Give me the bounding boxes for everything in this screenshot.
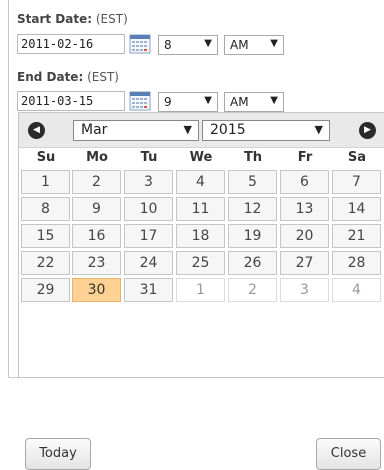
day-cell[interactable]: 27 [280, 251, 329, 275]
weekday-label: Mo [86, 150, 108, 165]
day-cell[interactable]: 12 [228, 197, 277, 221]
month-select[interactable]: Mar ▼ [73, 120, 199, 141]
calendar-icon[interactable] [129, 34, 151, 54]
datepicker-popup: ◀ Mar ▼ 2015 ▼ ▶ Su Mo Tu We Th Fr Sa 12345678… [18, 112, 384, 470]
weekday-label: Fr [297, 150, 313, 165]
end-date-label-text: End Date: [17, 70, 84, 84]
start-hour-value: 8 [164, 38, 172, 52]
day-cell[interactable]: 25 [176, 251, 225, 275]
end-ampm-select[interactable]: AM ▼ [224, 92, 284, 112]
year-select[interactable]: 2015 ▼ [202, 120, 330, 141]
day-cell[interactable]: 9 [72, 197, 121, 221]
day-cell[interactable]: 4 [176, 170, 225, 194]
day-cell[interactable]: 22 [21, 251, 70, 275]
day-cell[interactable]: 10 [124, 197, 173, 221]
day-cell-other-month: 1 [176, 278, 225, 302]
day-cell[interactable]: 1 [21, 170, 70, 194]
day-cell-other-month: 2 [228, 278, 277, 302]
end-date-label: End Date: (EST) [17, 70, 119, 84]
day-cell[interactable]: 29 [21, 278, 70, 302]
year-select-value: 2015 [210, 122, 246, 138]
end-date-timezone: (EST) [87, 70, 119, 84]
day-cell[interactable]: 2 [72, 170, 121, 194]
day-cell[interactable]: 24 [124, 251, 173, 275]
day-cell[interactable]: 15 [21, 224, 70, 248]
day-cell[interactable]: 5 [228, 170, 277, 194]
today-button[interactable]: Today [25, 438, 91, 470]
day-cell[interactable]: 3 [124, 170, 173, 194]
weekday-label: Su [36, 150, 56, 165]
prev-month-icon[interactable]: ◀ [28, 122, 45, 139]
start-date-label: Start Date: (EST) [17, 12, 128, 26]
day-cell[interactable]: 21 [332, 224, 381, 248]
dropdown-arrow-icon: ▼ [314, 123, 323, 136]
datepicker-header: ◀ Mar ▼ 2015 ▼ ▶ [19, 113, 384, 148]
day-cell[interactable]: 13 [280, 197, 329, 221]
weekday-label: We [189, 150, 213, 165]
start-date-timezone: (EST) [95, 12, 128, 26]
day-cell-selected[interactable]: 30 [72, 278, 121, 302]
day-cell[interactable]: 14 [332, 197, 381, 221]
weekday-label: Sa [347, 150, 367, 165]
day-cell[interactable]: 18 [176, 224, 225, 248]
start-ampm-select[interactable]: AM ▼ [224, 35, 284, 55]
day-cell[interactable]: 6 [280, 170, 329, 194]
day-cell[interactable]: 23 [72, 251, 121, 275]
close-button[interactable]: Close [316, 438, 381, 470]
start-hour-select[interactable]: 8 ▼ [158, 35, 218, 55]
day-cell[interactable]: 26 [228, 251, 277, 275]
day-cell[interactable]: 7 [332, 170, 381, 194]
next-month-icon[interactable]: ▶ [359, 122, 376, 139]
start-date-input[interactable]: 2011-02-16 [17, 34, 125, 54]
weekday-label: Th [243, 150, 263, 165]
dropdown-arrow-icon: ▼ [204, 95, 212, 106]
day-cell[interactable]: 31 [124, 278, 173, 302]
dropdown-arrow-icon: ▼ [204, 38, 212, 49]
month-select-value: Mar [81, 122, 108, 138]
day-cell[interactable]: 16 [72, 224, 121, 248]
dropdown-arrow-icon: ▼ [270, 95, 278, 106]
start-ampm-value: AM [230, 38, 249, 52]
end-ampm-value: AM [230, 95, 249, 109]
day-cell[interactable]: 19 [228, 224, 277, 248]
day-cell[interactable]: 20 [280, 224, 329, 248]
day-cell[interactable]: 8 [21, 197, 70, 221]
day-cell[interactable]: 28 [332, 251, 381, 275]
day-cell[interactable]: 17 [124, 224, 173, 248]
dropdown-arrow-icon: ▼ [183, 123, 192, 136]
day-cell-other-month: 3 [280, 278, 329, 302]
day-cell[interactable]: 11 [176, 197, 225, 221]
end-date-input[interactable]: 2011-03-15 [17, 91, 125, 111]
day-cell-other-month: 4 [332, 278, 381, 302]
end-hour-value: 9 [164, 95, 172, 109]
weekday-label: Tu [140, 150, 158, 165]
dropdown-arrow-icon: ▼ [270, 38, 278, 49]
end-hour-select[interactable]: 9 ▼ [158, 92, 218, 112]
start-date-label-text: Start Date: [17, 12, 93, 26]
calendar-icon[interactable] [129, 91, 151, 111]
